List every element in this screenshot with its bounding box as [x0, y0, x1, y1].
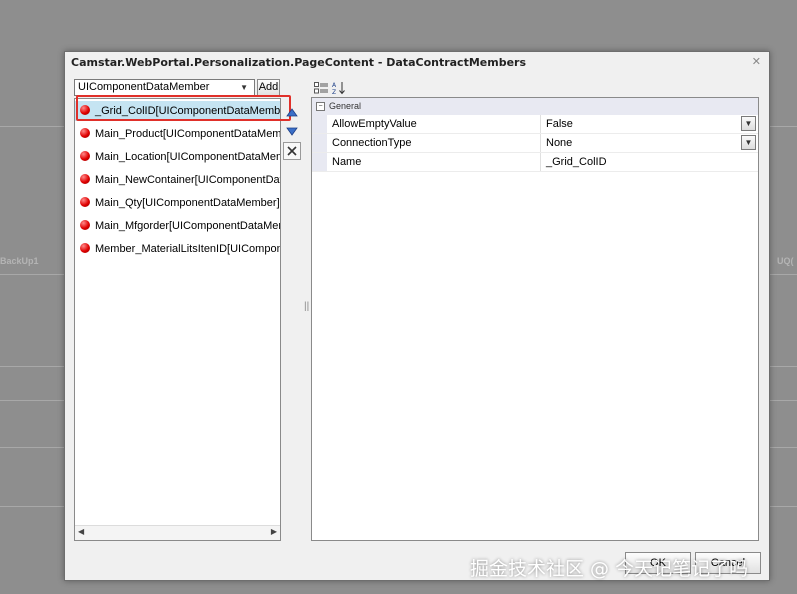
row-gutter [312, 153, 327, 171]
watermark-text: 掘金技术社区 @ 今天记笔记了吗 [470, 558, 749, 580]
list-item-label: Main_Mfgorder[UIComponentDataMember] [95, 220, 280, 232]
scroll-right-icon[interactable]: ▶ [271, 527, 277, 536]
background-label: BackUp1 [0, 256, 39, 266]
status-dot-icon [80, 220, 90, 230]
property-name: AllowEmptyValue [332, 118, 417, 130]
row-gutter [312, 134, 327, 152]
chevron-down-icon[interactable]: ▼ [741, 135, 756, 150]
property-value[interactable]: _Grid_ColID [546, 153, 607, 171]
column-divider [540, 134, 541, 152]
list-item[interactable]: Main_NewContainer[UIComponentDataMember] [75, 170, 280, 190]
member-list: _Grid_ColID[UIComponentDataMember] Main_… [74, 98, 281, 541]
property-grid: − General AllowEmptyValue False ▼ Connec… [311, 97, 759, 541]
status-dot-icon [80, 174, 90, 184]
splitter-handle[interactable]: || [304, 301, 309, 312]
list-item-label: Main_NewContainer[UIComponentDataMember] [95, 174, 280, 186]
property-value[interactable]: False [546, 115, 573, 133]
list-item-label: Main_Location[UIComponentDataMember] [95, 151, 280, 163]
category-label: General [329, 101, 362, 111]
dialog-title: Camstar.WebPortal.Personalization.PageCo… [71, 56, 527, 69]
list-item[interactable]: Main_Product[UIComponentDataMember] [75, 124, 280, 144]
add-member-button[interactable]: Add [257, 79, 280, 96]
status-dot-icon [80, 151, 90, 161]
categorized-view-icon[interactable] [313, 80, 329, 96]
column-divider [540, 115, 541, 133]
arrow-up-icon[interactable] [283, 104, 301, 122]
list-item[interactable]: Main_Qty[UIComponentDataMember] [75, 193, 280, 213]
list-item[interactable]: Main_Mfgorder[UIComponentDataMember] [75, 216, 280, 236]
status-dot-icon [80, 197, 90, 207]
list-item[interactable]: Main_Location[UIComponentDataMember] [75, 147, 280, 167]
chevron-down-icon[interactable]: ▼ [741, 116, 756, 131]
member-type-select-value: UIComponentDataMember [78, 81, 210, 93]
background-label: UQ( [777, 256, 794, 266]
property-row-allowemptyvalue[interactable]: AllowEmptyValue False ▼ [312, 115, 758, 134]
sort-az-icon[interactable]: AZ [331, 80, 347, 96]
list-item-label: Main_Qty[UIComponentDataMember] [95, 197, 280, 209]
property-value[interactable]: None [546, 134, 572, 152]
annotation-highlight-box [76, 95, 291, 121]
row-gutter [312, 115, 327, 133]
list-item[interactable]: Member_MaterialLitsItenID[UIComponentDat… [75, 239, 280, 259]
collapse-icon[interactable]: − [316, 102, 325, 111]
chevron-down-icon: ▼ [240, 83, 248, 92]
property-row-name[interactable]: Name _Grid_ColID [312, 153, 758, 172]
property-name: ConnectionType [332, 137, 412, 149]
svg-text:A: A [332, 82, 337, 89]
scroll-left-icon[interactable]: ◀ [78, 527, 84, 536]
property-category-general[interactable]: − General [312, 98, 758, 115]
delete-x-icon[interactable] [283, 142, 301, 160]
dialog-titlebar[interactable]: Camstar.WebPortal.Personalization.PageCo… [65, 52, 769, 72]
member-type-select[interactable]: UIComponentDataMember ▼ [74, 79, 255, 96]
svg-text:Z: Z [332, 89, 336, 95]
list-item-label: Member_MaterialLitsItenID[UIComponentDat… [95, 243, 280, 255]
arrow-down-icon[interactable] [283, 122, 301, 140]
data-contract-members-dialog: Camstar.WebPortal.Personalization.PageCo… [64, 51, 770, 581]
property-name: Name [332, 156, 362, 168]
property-row-connectiontype[interactable]: ConnectionType None ▼ [312, 134, 758, 153]
status-dot-icon [80, 243, 90, 253]
horizontal-scrollbar[interactable]: ◀ ▶ [75, 525, 280, 540]
column-divider [540, 153, 541, 171]
list-item-label: Main_Product[UIComponentDataMember] [95, 128, 280, 140]
status-dot-icon [80, 128, 90, 138]
close-icon[interactable]: ✕ [752, 55, 761, 68]
